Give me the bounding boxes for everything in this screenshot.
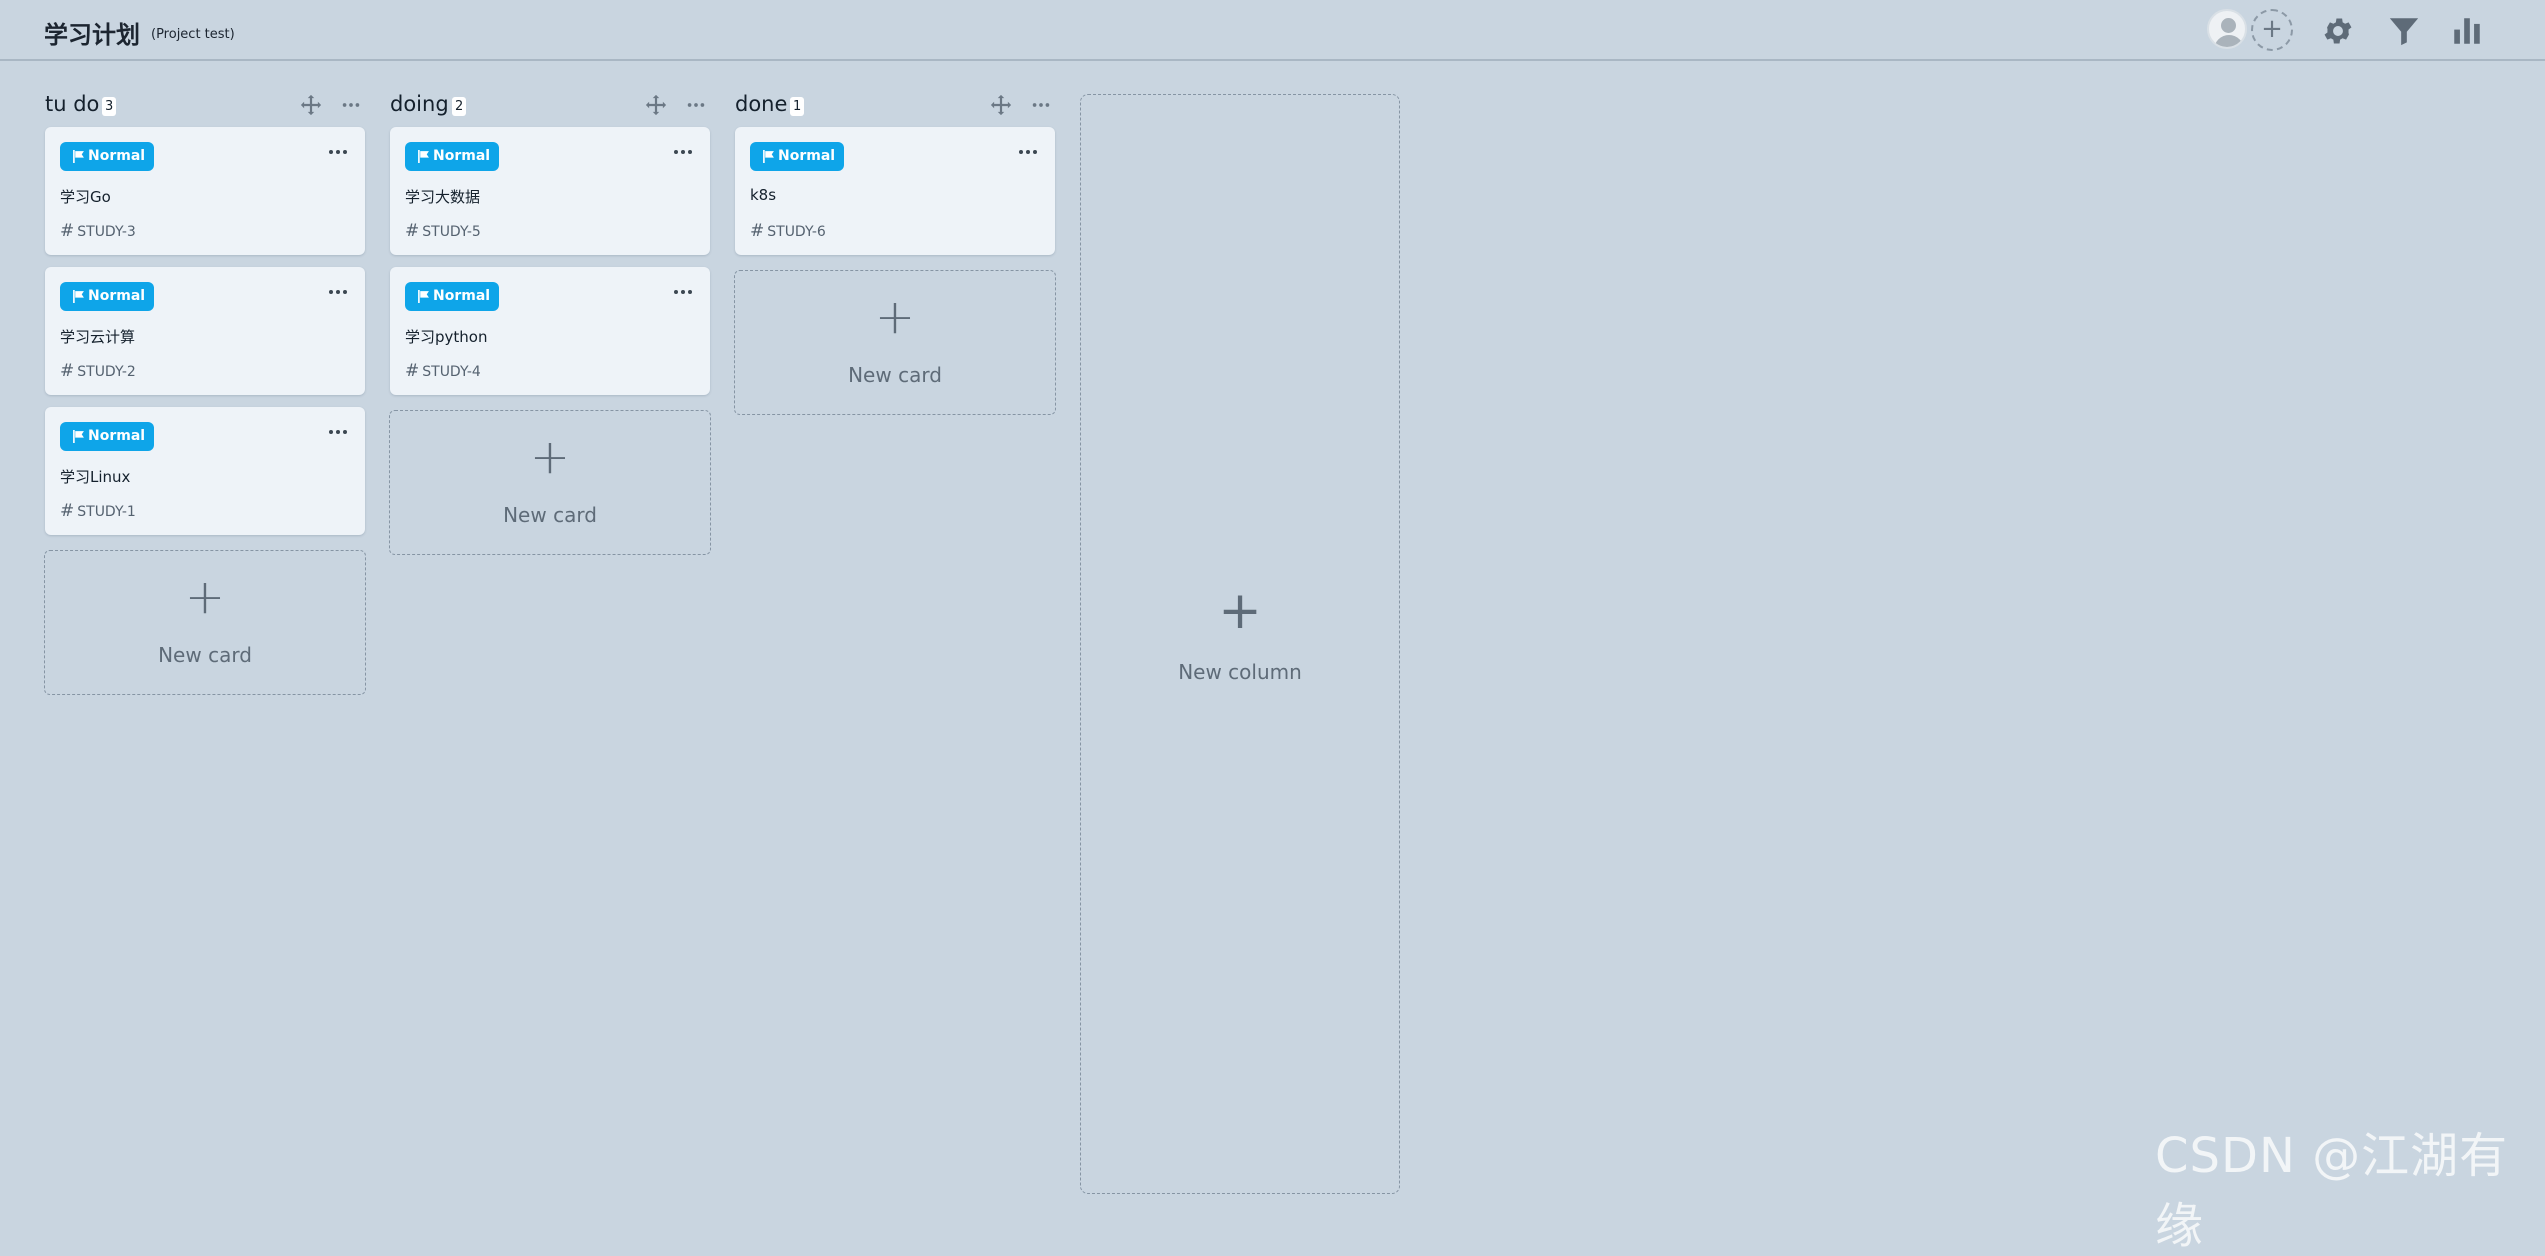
column-count-badge: 3: [102, 97, 117, 116]
card-title: 学习云计算: [60, 328, 136, 346]
priority-badge[interactable]: Normal: [405, 282, 499, 311]
priority-label: Normal: [88, 288, 146, 304]
hash-icon: #: [60, 501, 75, 521]
hash-icon: #: [405, 221, 420, 241]
plus-icon: +: [529, 429, 571, 485]
card-title: 学习大数据: [405, 188, 481, 206]
hash-icon: #: [405, 361, 420, 381]
priority-badge[interactable]: Normal: [60, 142, 154, 171]
priority-label: Normal: [433, 148, 491, 164]
task-card[interactable]: Normal 学习Go # STUDY-3: [45, 127, 365, 255]
page-title: 学习计划: [44, 21, 140, 49]
new-card-label: New card: [158, 643, 252, 667]
card-more-icon[interactable]: [327, 287, 349, 297]
more-icon[interactable]: [1030, 94, 1052, 116]
hash-icon: #: [750, 221, 765, 241]
plus-icon: +: [184, 569, 226, 625]
card-more-icon[interactable]: [672, 287, 694, 297]
card-more-icon[interactable]: [327, 147, 349, 157]
move-icon[interactable]: [645, 94, 667, 116]
column-header-doing: doing 2: [390, 92, 710, 120]
flag-icon: [418, 290, 429, 303]
card-title: 学习Linux: [60, 468, 131, 486]
new-card-button[interactable]: + New card: [389, 410, 711, 555]
card-title: 学习python: [405, 328, 488, 346]
task-card[interactable]: Normal 学习Linux # STUDY-1: [45, 407, 365, 535]
priority-label: Normal: [88, 428, 146, 444]
watermark: CSDN @江湖有缘: [2155, 1128, 2509, 1254]
priority-badge[interactable]: Normal: [60, 282, 154, 311]
column-count-badge: 1: [790, 97, 805, 116]
move-icon[interactable]: [300, 94, 322, 116]
task-card[interactable]: Normal 学习大数据 # STUDY-5: [390, 127, 710, 255]
card-more-icon[interactable]: [327, 427, 349, 437]
plus-icon: +: [1218, 581, 1262, 641]
move-icon[interactable]: [990, 94, 1012, 116]
priority-badge[interactable]: Normal: [750, 142, 844, 171]
card-id: # STUDY-1: [60, 501, 136, 521]
flag-icon: [73, 290, 84, 303]
priority-label: Normal: [778, 148, 836, 164]
new-card-label: New card: [503, 503, 597, 527]
project-subtitle: (Project test): [151, 27, 235, 42]
top-bar: 学习计划 (Project test) +: [0, 0, 2545, 61]
flag-icon: [763, 150, 774, 163]
priority-label: Normal: [433, 288, 491, 304]
filter-icon[interactable]: [2387, 14, 2421, 48]
new-column-button[interactable]: + New column: [1080, 94, 1400, 1194]
column-header-done: done 1: [735, 92, 1055, 120]
task-card[interactable]: Normal k8s # STUDY-6: [735, 127, 1055, 255]
flag-icon: [73, 150, 84, 163]
new-card-button[interactable]: + New card: [44, 550, 366, 695]
add-member-button[interactable]: +: [2251, 9, 2293, 51]
flag-icon: [418, 150, 429, 163]
column-count-badge: 2: [452, 97, 467, 116]
card-more-icon[interactable]: [672, 147, 694, 157]
new-card-button[interactable]: + New card: [734, 270, 1056, 415]
priority-badge[interactable]: Normal: [60, 422, 154, 451]
column-title: doing: [390, 92, 449, 116]
column-header-todo: tu do 3: [45, 92, 365, 120]
bar-chart-icon[interactable]: [2450, 14, 2484, 48]
column-title: done: [735, 92, 788, 116]
card-title: k8s: [750, 186, 777, 204]
user-avatar[interactable]: [2207, 9, 2247, 49]
card-id: # STUDY-5: [405, 221, 481, 241]
card-id: # STUDY-3: [60, 221, 136, 241]
priority-badge[interactable]: Normal: [405, 142, 499, 171]
task-card[interactable]: Normal 学习python # STUDY-4: [390, 267, 710, 395]
new-column-label: New column: [1178, 660, 1302, 684]
hash-icon: #: [60, 361, 75, 381]
card-title: 学习Go: [60, 188, 111, 206]
more-icon[interactable]: [685, 94, 707, 116]
card-id: # STUDY-4: [405, 361, 481, 381]
plus-icon: +: [874, 289, 916, 345]
new-card-label: New card: [848, 363, 942, 387]
card-id: # STUDY-2: [60, 361, 136, 381]
card-more-icon[interactable]: [1017, 147, 1039, 157]
flag-icon: [73, 430, 84, 443]
card-id: # STUDY-6: [750, 221, 826, 241]
hash-icon: #: [60, 221, 75, 241]
task-card[interactable]: Normal 学习云计算 # STUDY-2: [45, 267, 365, 395]
column-title: tu do: [45, 92, 100, 116]
gear-icon[interactable]: [2321, 14, 2355, 48]
more-icon[interactable]: [340, 94, 362, 116]
priority-label: Normal: [88, 148, 146, 164]
